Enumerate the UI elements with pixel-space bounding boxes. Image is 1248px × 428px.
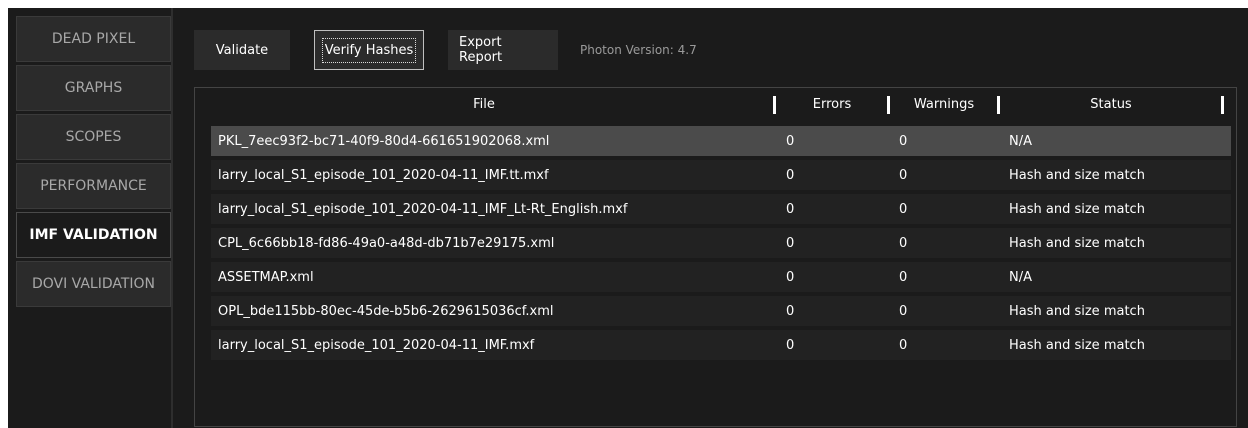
column-header-status[interactable]: Status [1001, 88, 1221, 121]
status-cell: Hash and size match [1009, 201, 1145, 217]
tab-label: DOVI VALIDATION [31, 276, 156, 292]
column-header-file[interactable]: File [195, 88, 773, 121]
tab-label: PERFORMANCE [40, 178, 147, 194]
validate-button[interactable]: Validate [194, 30, 290, 70]
tab-performance[interactable]: PERFORMANCE [16, 163, 171, 209]
verify-hashes-button-label: Verify Hashes [321, 37, 417, 63]
tab-scopes[interactable]: SCOPES [16, 114, 171, 160]
toolbar: Validate Verify Hashes Export Report Pho… [194, 29, 697, 71]
status-cell: Hash and size match [1009, 167, 1145, 183]
column-header-label: Errors [812, 97, 852, 112]
column-resize-handle[interactable] [773, 96, 776, 114]
tab-label: GRAPHS [64, 80, 123, 96]
tab-dead-pixel[interactable]: DEAD PIXEL [16, 16, 171, 62]
errors-cell: 0 [786, 133, 795, 149]
table-row[interactable]: larry_local_S1_episode_101_2020-04-11_IM… [211, 330, 1231, 360]
file-cell: CPL_6c66bb18-fd86-49a0-a48d-db71b7e29175… [218, 235, 555, 251]
errors-cell: 0 [786, 303, 795, 319]
table-row[interactable]: larry_local_S1_episode_101_2020-04-11_IM… [211, 160, 1231, 190]
errors-cell: 0 [786, 235, 795, 251]
table-row[interactable]: CPL_6c66bb18-fd86-49a0-a48d-db71b7e29175… [211, 228, 1231, 258]
file-cell: larry_local_S1_episode_101_2020-04-11_IM… [218, 201, 628, 217]
warnings-cell: 0 [899, 133, 908, 149]
column-resize-handle[interactable] [1221, 96, 1224, 114]
table-row[interactable]: PKL_7eec93f2-bc71-40f9-80d4-661651902068… [211, 126, 1231, 156]
status-cell: Hash and size match [1009, 303, 1145, 319]
file-cell: larry_local_S1_episode_101_2020-04-11_IM… [218, 167, 549, 183]
tab-label: IMF VALIDATION [29, 227, 158, 243]
warnings-cell: 0 [899, 167, 908, 183]
photon-version-label: Photon Version: 4.7 [580, 43, 697, 57]
status-cell: Hash and size match [1009, 337, 1145, 353]
column-header-label: File [473, 97, 495, 112]
status-cell: N/A [1009, 133, 1032, 149]
sidebar-divider [171, 8, 173, 428]
errors-cell: 0 [786, 269, 795, 285]
file-cell: OPL_bde115bb-80ec-45de-b5b6-2629615036cf… [218, 303, 554, 319]
warnings-cell: 0 [899, 337, 908, 353]
table-row[interactable]: ASSETMAP.xml 0 0 N/A [211, 262, 1231, 292]
column-header-label: Warnings [913, 97, 975, 112]
column-resize-handle[interactable] [997, 96, 1000, 114]
file-cell: larry_local_S1_episode_101_2020-04-11_IM… [218, 337, 535, 353]
imf-validation-window: DEAD PIXEL GRAPHS SCOPES PERFORMANCE IMF… [8, 8, 1248, 428]
validate-button-label: Validate [215, 42, 269, 58]
table-header: File Errors Warnings Status [195, 88, 1236, 121]
verify-hashes-button[interactable]: Verify Hashes [314, 30, 424, 70]
warnings-cell: 0 [899, 201, 908, 217]
sidebar: DEAD PIXEL GRAPHS SCOPES PERFORMANCE IMF… [16, 16, 171, 310]
status-cell: Hash and size match [1009, 235, 1145, 251]
errors-cell: 0 [786, 201, 795, 217]
warnings-cell: 0 [899, 303, 908, 319]
export-report-button[interactable]: Export Report [448, 30, 558, 70]
tab-label: DEAD PIXEL [51, 31, 136, 47]
column-header-errors[interactable]: Errors [777, 88, 887, 121]
file-cell: PKL_7eec93f2-bc71-40f9-80d4-661651902068… [218, 133, 550, 149]
validation-table: File Errors Warnings Status PKL_7eec93f2… [194, 87, 1237, 427]
table-row[interactable]: OPL_bde115bb-80ec-45de-b5b6-2629615036cf… [211, 296, 1231, 326]
warnings-cell: 0 [899, 269, 908, 285]
column-header-label: Status [1090, 97, 1132, 112]
file-cell: ASSETMAP.xml [218, 269, 314, 285]
warnings-cell: 0 [899, 235, 908, 251]
status-cell: N/A [1009, 269, 1032, 285]
table-row[interactable]: larry_local_S1_episode_101_2020-04-11_IM… [211, 194, 1231, 224]
column-resize-handle[interactable] [887, 96, 890, 114]
errors-cell: 0 [786, 167, 795, 183]
column-header-warnings[interactable]: Warnings [891, 88, 997, 121]
tab-label: SCOPES [65, 129, 122, 145]
tab-dovi-validation[interactable]: DOVI VALIDATION [16, 261, 171, 307]
errors-cell: 0 [786, 337, 795, 353]
table-body: PKL_7eec93f2-bc71-40f9-80d4-661651902068… [211, 126, 1231, 364]
tab-imf-validation[interactable]: IMF VALIDATION [16, 212, 171, 258]
tab-graphs[interactable]: GRAPHS [16, 65, 171, 111]
export-report-button-label: Export Report [459, 35, 503, 65]
